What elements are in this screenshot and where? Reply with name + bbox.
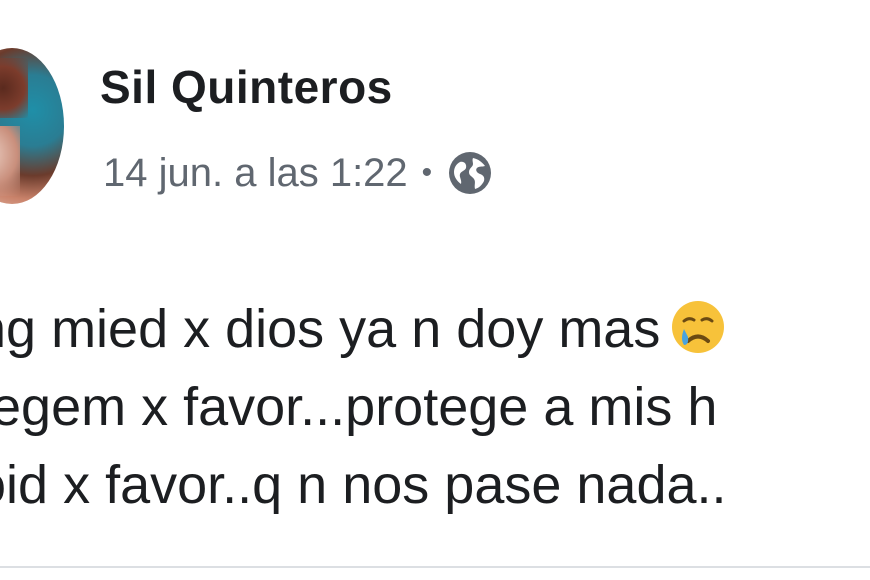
post-body-line-1-text: ng mied x dios ya n doy mas (0, 299, 661, 359)
crying-face-emoji-icon (672, 301, 725, 353)
post-body-line-1: ng mied x dios ya n doy mas (0, 290, 727, 368)
post-divider (0, 566, 870, 568)
facebook-post: Sil Quinteros 14 jun. a las 1:22 • ng mi… (0, 0, 870, 580)
meta-separator: • (421, 156, 433, 189)
post-timestamp[interactable]: 14 jun. a las 1:22 (103, 151, 408, 196)
post-meta: 14 jun. a las 1:22 • (103, 147, 494, 199)
post-body-line-2: tegem x favor...protege a mis h (0, 377, 718, 437)
globe-icon[interactable] (446, 149, 494, 197)
avatar[interactable] (0, 48, 64, 204)
avatar-photo-detail (0, 58, 28, 118)
post-body: ng mied x dios ya n doy mas tegem x favo… (0, 290, 727, 524)
post-body-line-3: oid x favor..q n nos pase nada.. (0, 455, 727, 515)
avatar-photo-face (0, 126, 20, 196)
author-name[interactable]: Sil Quinteros (100, 60, 393, 114)
